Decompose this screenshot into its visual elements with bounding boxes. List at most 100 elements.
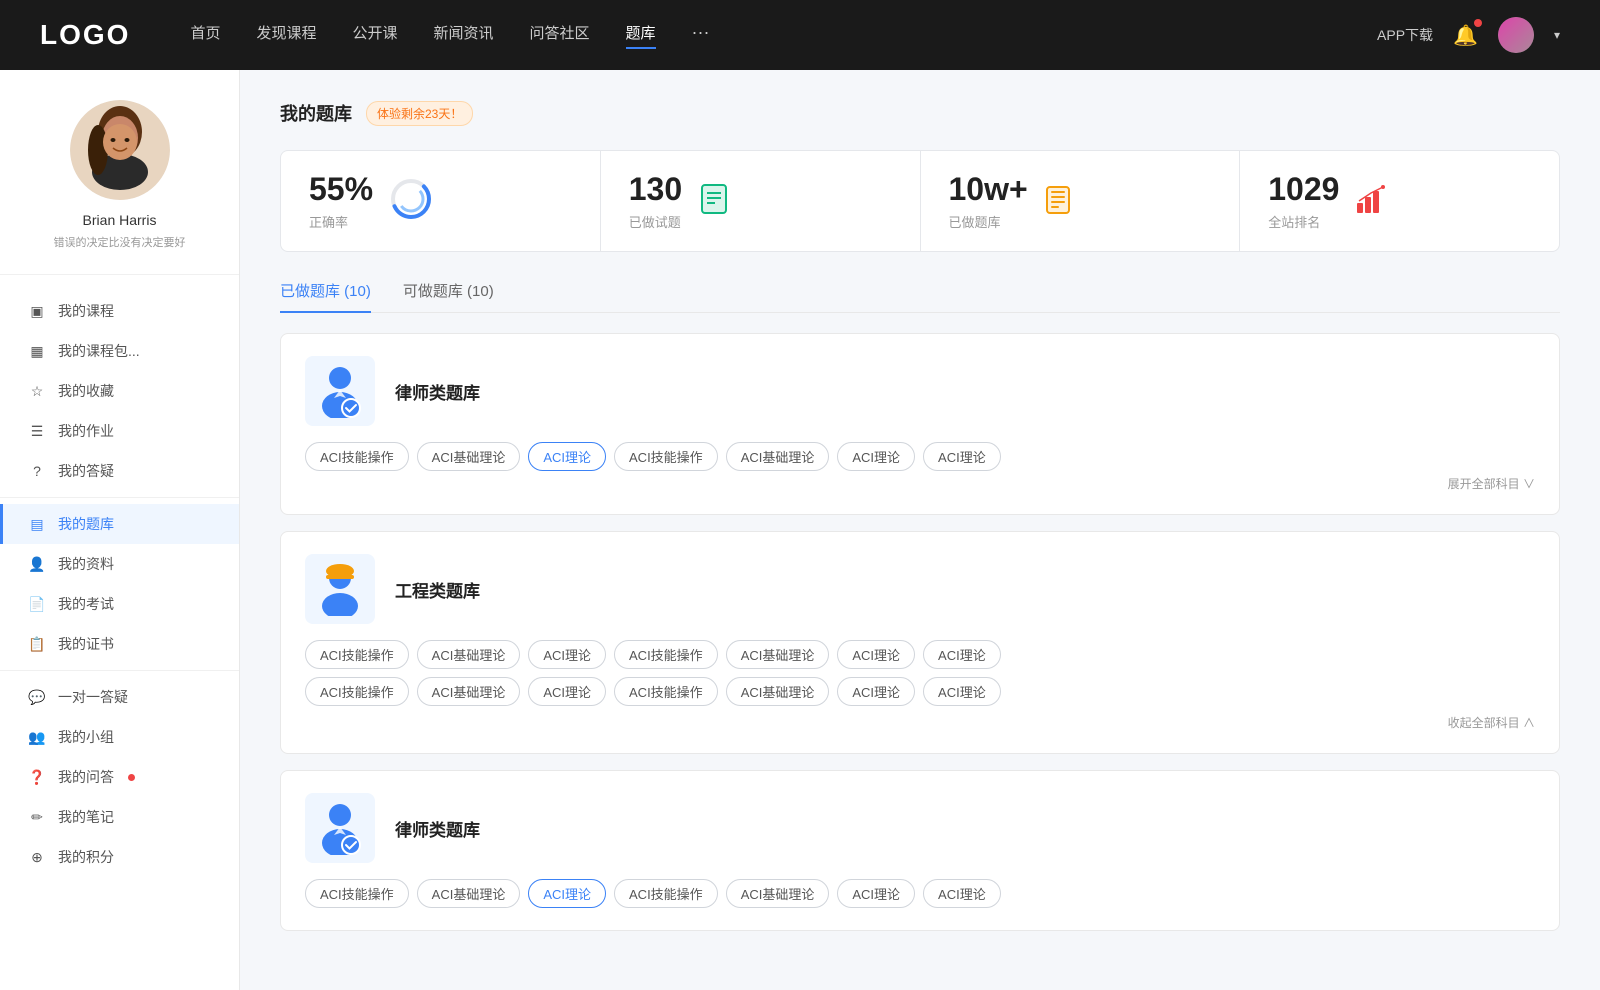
notification-bell-icon[interactable]: 🔔 [1453, 23, 1478, 48]
done-icon [698, 183, 730, 220]
sidebar-item-exams[interactable]: 📄 我的考试 [0, 584, 239, 624]
tag-eng-theory-3[interactable]: ACI理论 [923, 640, 1001, 669]
star-icon: ☆ [28, 383, 46, 400]
stat-done-banks: 10w+ 已做题库 [921, 151, 1240, 251]
group-icon: 👥 [28, 729, 46, 746]
logo: LOGO [40, 19, 130, 51]
sidebar: Brian Harris 错误的决定比没有决定要好 ▣ 我的课程 ▦ 我的课程包… [0, 70, 240, 990]
tag-eng-theory-6[interactable]: ACI理论 [923, 677, 1001, 706]
stat-done-content: 130 已做试题 [629, 171, 682, 231]
sidebar-item-qbank[interactable]: ▤ 我的题库 [0, 504, 239, 544]
tag-eng-aci-skill-3[interactable]: ACI技能操作 [305, 677, 409, 706]
nav-link-opencourse[interactable]: 公开课 [352, 22, 397, 49]
tag-law2-aci-skill-1[interactable]: ACI技能操作 [305, 879, 409, 908]
tag-eng-skill-2[interactable]: ACI技能操作 [614, 640, 718, 669]
question-icon: ? [28, 463, 46, 479]
nav-link-qbank[interactable]: 题库 [626, 22, 656, 49]
tab-available-banks[interactable]: 可做题库 (10) [403, 280, 494, 313]
tag-eng-skill-4[interactable]: ACI技能操作 [614, 677, 718, 706]
tag-eng-basic-2[interactable]: ACI基础理论 [726, 640, 830, 669]
stat-rank-content: 1029 全站排名 [1268, 171, 1339, 231]
nav-link-qa[interactable]: 问答社区 [530, 22, 590, 49]
sidebar-item-qa[interactable]: ❓ 我的问答 [0, 757, 239, 797]
nav-link-home[interactable]: 首页 [190, 22, 220, 49]
nav-link-news[interactable]: 新闻资讯 [434, 22, 494, 49]
accuracy-chart-icon [389, 177, 433, 226]
tag-law2-theory-2[interactable]: ACI理论 [837, 879, 915, 908]
tag-aci-theory-2[interactable]: ACI理论 [837, 442, 915, 471]
tab-done-banks[interactable]: 已做题库 (10) [280, 280, 371, 313]
sidebar-item-notes[interactable]: ✏ 我的笔记 [0, 797, 239, 837]
tag-law2-skill-2[interactable]: ACI技能操作 [614, 879, 718, 908]
sidebar-item-points[interactable]: ⊕ 我的积分 [0, 837, 239, 877]
expand-link-1[interactable]: 展开全部科目 ∨ [305, 475, 1535, 492]
tag-eng-basic-1[interactable]: ACI基础理论 [417, 640, 521, 669]
tag-eng-theory-4[interactable]: ACI理论 [528, 677, 606, 706]
collapse-link-2[interactable]: 收起全部科目 ∧ [305, 714, 1535, 731]
qa-notification-dot [128, 774, 135, 781]
certificate-icon: 📋 [28, 636, 46, 653]
tag-aci-theory-active-1[interactable]: ACI理论 [528, 442, 606, 471]
qbank-icon: ▤ [28, 516, 46, 533]
tag-eng-theory-5[interactable]: ACI理论 [837, 677, 915, 706]
tag-law2-basic-1[interactable]: ACI基础理论 [417, 879, 521, 908]
qbank-card-2-tags-row1: ACI技能操作 ACI基础理论 ACI理论 ACI技能操作 ACI基础理论 AC… [305, 640, 1535, 669]
points-icon: ⊕ [28, 849, 46, 866]
tag-aci-basic-theory-2[interactable]: ACI基础理论 [726, 442, 830, 471]
chat-icon: 💬 [28, 689, 46, 706]
stat-rank: 1029 全站排名 [1240, 151, 1559, 251]
tag-eng-theory-2[interactable]: ACI理论 [837, 640, 915, 669]
tabs-row: 已做题库 (10) 可做题库 (10) [280, 280, 1560, 313]
done-label: 已做试题 [629, 212, 682, 231]
nav-right: APP下载 🔔 ▾ [1377, 17, 1560, 53]
rank-label: 全站排名 [1268, 212, 1339, 231]
nav-link-discover[interactable]: 发现课程 [256, 22, 316, 49]
banks-icon [1044, 183, 1076, 220]
profile-icon: 👤 [28, 556, 46, 573]
sidebar-item-group[interactable]: 👥 我的小组 [0, 717, 239, 757]
page-title: 我的题库 [280, 100, 352, 126]
qa-icon: ❓ [28, 769, 46, 786]
qbank-card-2-title: 工程类题库 [395, 577, 480, 602]
avatar[interactable] [1498, 17, 1534, 53]
qbank-card-3-tags: ACI技能操作 ACI基础理论 ACI理论 ACI技能操作 ACI基础理论 AC… [305, 879, 1535, 908]
tag-aci-basic-theory-1[interactable]: ACI基础理论 [417, 442, 521, 471]
tag-law2-theory-active[interactable]: ACI理论 [528, 879, 606, 908]
app-download-button[interactable]: APP下载 [1377, 25, 1433, 45]
tag-eng-aci-skill-1[interactable]: ACI技能操作 [305, 640, 409, 669]
chevron-down-icon[interactable]: ▾ [1554, 28, 1560, 42]
sidebar-divider-1 [0, 497, 239, 498]
sidebar-item-my-courses[interactable]: ▣ 我的课程 [0, 291, 239, 331]
tag-aci-skill-op-2[interactable]: ACI技能操作 [614, 442, 718, 471]
qbank-card-engineer: 工程类题库 ACI技能操作 ACI基础理论 ACI理论 ACI技能操作 ACI基… [280, 531, 1560, 754]
tag-eng-basic-4[interactable]: ACI基础理论 [726, 677, 830, 706]
tag-aci-theory-3[interactable]: ACI理论 [923, 442, 1001, 471]
qbank-card-3-title: 律师类题库 [395, 816, 480, 841]
navbar: LOGO 首页 发现课程 公开课 新闻资讯 问答社区 题库 ··· APP下载 … [0, 0, 1600, 70]
tag-eng-theory-1[interactable]: ACI理论 [528, 640, 606, 669]
sidebar-item-profile[interactable]: 👤 我的资料 [0, 544, 239, 584]
homework-icon: ☰ [28, 423, 46, 440]
sidebar-menu: ▣ 我的课程 ▦ 我的课程包... ☆ 我的收藏 ☰ 我的作业 ? 我的答疑 ▤ [0, 275, 239, 893]
sidebar-item-homework[interactable]: ☰ 我的作业 [0, 411, 239, 451]
sidebar-item-course-packages[interactable]: ▦ 我的课程包... [0, 331, 239, 371]
stat-banks-content: 10w+ 已做题库 [949, 171, 1028, 231]
banks-number: 10w+ [949, 171, 1028, 208]
page-title-row: 我的题库 体验剩余23天！ [280, 100, 1560, 126]
qbank-card-lawyer-2: 律师类题库 ACI技能操作 ACI基础理论 ACI理论 ACI技能操作 ACI基… [280, 770, 1560, 931]
stat-done-questions: 130 已做试题 [601, 151, 920, 251]
tag-law2-theory-3[interactable]: ACI理论 [923, 879, 1001, 908]
tag-eng-basic-3[interactable]: ACI基础理论 [417, 677, 521, 706]
sidebar-item-1on1[interactable]: 💬 一对一答疑 [0, 677, 239, 717]
done-number: 130 [629, 171, 682, 208]
sidebar-item-certificates[interactable]: 📋 我的证书 [0, 624, 239, 664]
sidebar-item-answers[interactable]: ? 我的答疑 [0, 451, 239, 491]
courses-icon: ▣ [28, 303, 46, 320]
trial-badge: 体验剩余23天！ [366, 101, 473, 126]
sidebar-item-favorites[interactable]: ☆ 我的收藏 [0, 371, 239, 411]
page-body: Brian Harris 错误的决定比没有决定要好 ▣ 我的课程 ▦ 我的课程包… [0, 70, 1600, 990]
tag-law2-basic-2[interactable]: ACI基础理论 [726, 879, 830, 908]
nav-more-icon[interactable]: ··· [692, 22, 710, 49]
tag-aci-skill-op-1[interactable]: ACI技能操作 [305, 442, 409, 471]
sidebar-username: Brian Harris [83, 212, 157, 228]
